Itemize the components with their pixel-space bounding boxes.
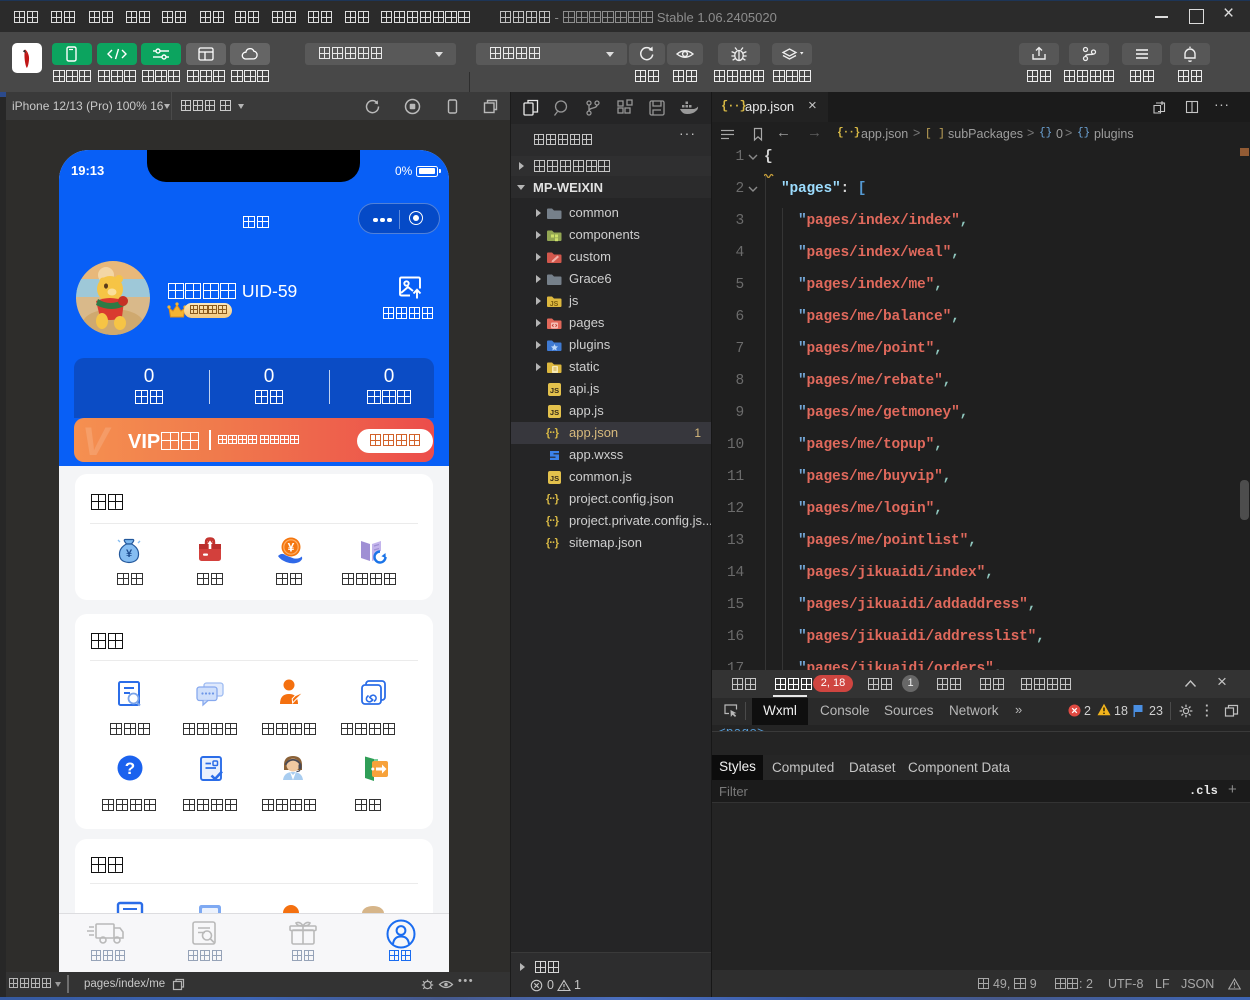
svg-text:?: ?: [125, 759, 135, 778]
svg-text:JS: JS: [550, 408, 559, 417]
svg-text:JS: JS: [550, 301, 559, 308]
svg-text:JS: JS: [550, 474, 559, 483]
svg-text:¥: ¥: [126, 548, 133, 560]
svg-text:¥: ¥: [288, 541, 295, 555]
svg-text:JS: JS: [550, 386, 559, 395]
